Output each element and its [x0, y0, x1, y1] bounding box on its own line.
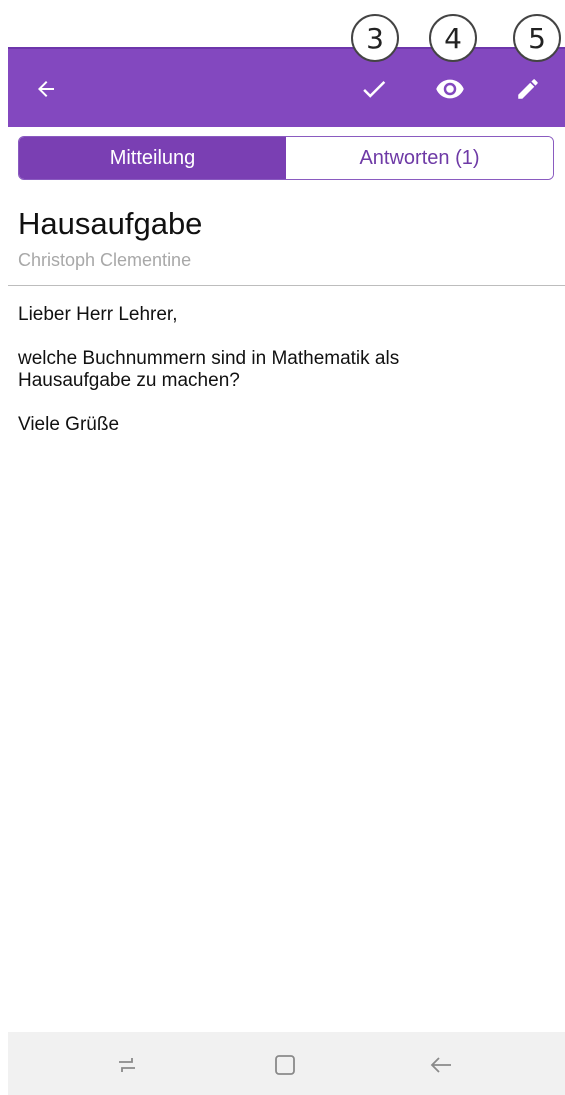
tab-antworten[interactable]: Antworten (1)	[286, 137, 553, 179]
app-bar	[8, 47, 565, 127]
arrow-left-icon	[38, 81, 54, 97]
tab-bar: Mitteilung Antworten (1)	[18, 136, 554, 180]
message-body: Lieber Herr Lehrer, welche Buchnummern s…	[18, 304, 538, 458]
back-icon	[430, 1057, 451, 1073]
edit-button[interactable]	[508, 69, 548, 109]
mark-done-button[interactable]	[354, 69, 394, 109]
eye-icon	[436, 79, 464, 99]
message-author: Christoph Clementine	[18, 250, 192, 270]
back-button[interactable]	[26, 69, 66, 109]
nav-back-button[interactable]	[426, 1050, 456, 1080]
body-paragraph: Viele Grüße	[18, 414, 120, 435]
body-paragraph: welche Buchnummern sind in Mathematik al…	[18, 348, 400, 391]
check-icon	[363, 81, 386, 98]
message-title: Hausaufgabe	[18, 206, 203, 241]
callout-3: 3	[351, 14, 399, 62]
callout-4: 4	[429, 14, 477, 62]
home-button[interactable]	[270, 1050, 300, 1080]
callout-5: 5	[513, 14, 561, 62]
recents-icon	[119, 1058, 135, 1072]
system-nav-bar	[8, 1032, 565, 1095]
view-button[interactable]	[430, 69, 470, 109]
divider	[8, 285, 565, 286]
home-icon	[275, 1055, 295, 1075]
pencil-icon	[518, 79, 538, 99]
body-paragraph: Lieber Herr Lehrer,	[18, 304, 178, 325]
message-screen: 3 4 5 Mitteilung Antworten (1) Hausaufga…	[8, 0, 565, 1095]
tab-mitteilung[interactable]: Mitteilung	[19, 137, 286, 179]
recents-button[interactable]	[112, 1050, 142, 1080]
